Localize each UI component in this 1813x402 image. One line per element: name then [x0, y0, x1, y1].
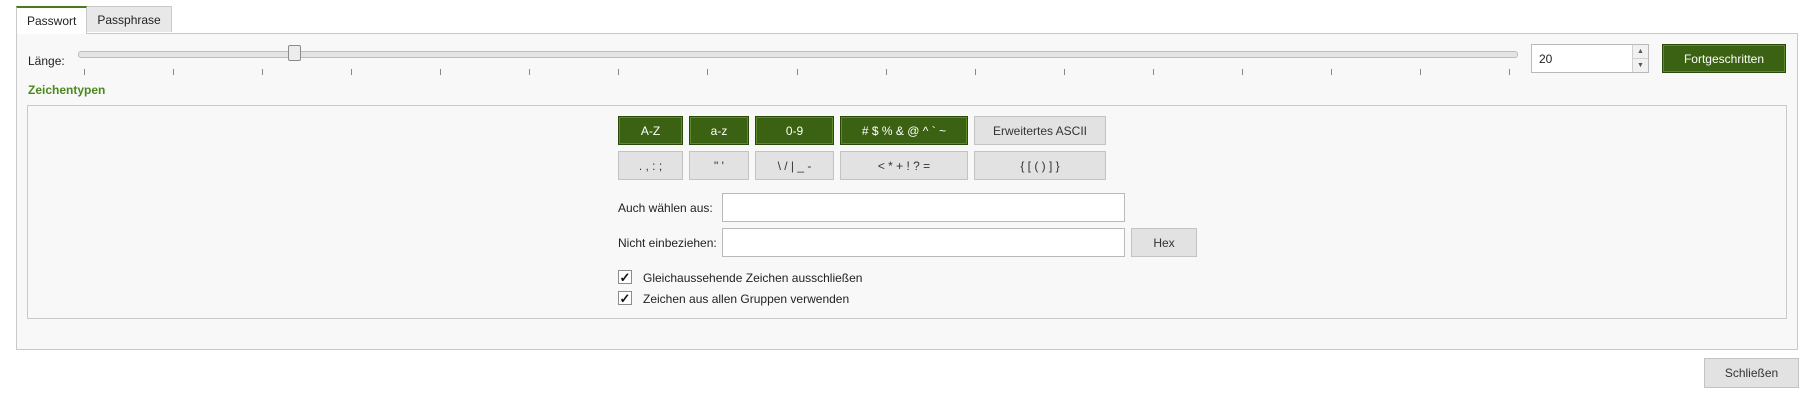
charset-math-button[interactable]: < * + ! ? = [840, 151, 968, 180]
slider-tick [440, 69, 442, 75]
slider-tick [262, 69, 264, 75]
advanced-button[interactable]: Fortgeschritten [1662, 44, 1786, 73]
charset-dashes-slashes-button[interactable]: \ / | _ - [755, 151, 834, 180]
slider-tick [173, 69, 175, 75]
charset-section-title: Zeichentypen [28, 83, 106, 97]
length-slider-ticks [84, 69, 1510, 75]
slider-tick [1419, 69, 1421, 75]
exclude-input[interactable] [722, 228, 1125, 257]
spin-down-icon[interactable]: ▼ [1633, 59, 1648, 72]
slider-tick [529, 69, 531, 75]
charset-extended-ascii-button[interactable]: Erweitertes ASCII [974, 116, 1106, 145]
exclude-lookalike-checkbox[interactable]: ✓ [618, 270, 632, 284]
tab-passphrase[interactable]: Passphrase [86, 6, 172, 32]
slider-tick [796, 69, 798, 75]
use-all-groups-label: Zeichen aus allen Gruppen verwenden [643, 292, 850, 306]
close-button[interactable]: Schließen [1704, 358, 1799, 388]
length-label: Länge: [28, 54, 65, 68]
slider-tick [1152, 69, 1154, 75]
charset-digits-button[interactable]: 0-9 [755, 116, 834, 145]
charset-brackets-button[interactable]: { [ ( ) ] } [974, 151, 1106, 180]
spin-up-icon[interactable]: ▲ [1633, 45, 1648, 59]
slider-tick [618, 69, 620, 75]
slider-tick [1330, 69, 1332, 75]
slider-tick [885, 69, 887, 75]
exclude-lookalike-label: Gleichaussehende Zeichen ausschließen [643, 271, 863, 285]
length-spinbox[interactable]: ▲ ▼ [1531, 44, 1649, 73]
slider-tick [1241, 69, 1243, 75]
charset-lowercase-button[interactable]: a-z [689, 116, 749, 145]
exclude-label: Nicht einbeziehen: [618, 236, 717, 250]
charset-quotes-button[interactable]: " ' [689, 151, 749, 180]
charset-uppercase-button[interactable]: A-Z [618, 116, 683, 145]
slider-tick [1063, 69, 1065, 75]
use-all-groups-checkbox[interactable]: ✓ [618, 291, 632, 305]
checkmark-icon: ✓ [619, 269, 631, 285]
slider-tick [351, 69, 353, 75]
slider-tick [1509, 69, 1510, 75]
length-input[interactable] [1532, 45, 1632, 72]
charset-special-button[interactable]: # $ % & @ ^ ` ~ [840, 116, 968, 145]
spin-buttons: ▲ ▼ [1632, 45, 1648, 72]
hex-button[interactable]: Hex [1131, 228, 1197, 257]
slider-tick [84, 69, 85, 75]
tab-password[interactable]: Passwort [16, 6, 88, 34]
length-slider-thumb[interactable] [287, 45, 301, 61]
tab-bar: Passwort Passphrase [16, 6, 172, 34]
also-choose-input[interactable] [722, 193, 1125, 222]
slider-tick [974, 69, 976, 75]
also-choose-label: Auch wählen aus: [618, 201, 713, 215]
slider-tick [707, 69, 709, 75]
charset-punctuation-button[interactable]: . , : ; [618, 151, 683, 180]
checkmark-icon: ✓ [619, 290, 631, 306]
